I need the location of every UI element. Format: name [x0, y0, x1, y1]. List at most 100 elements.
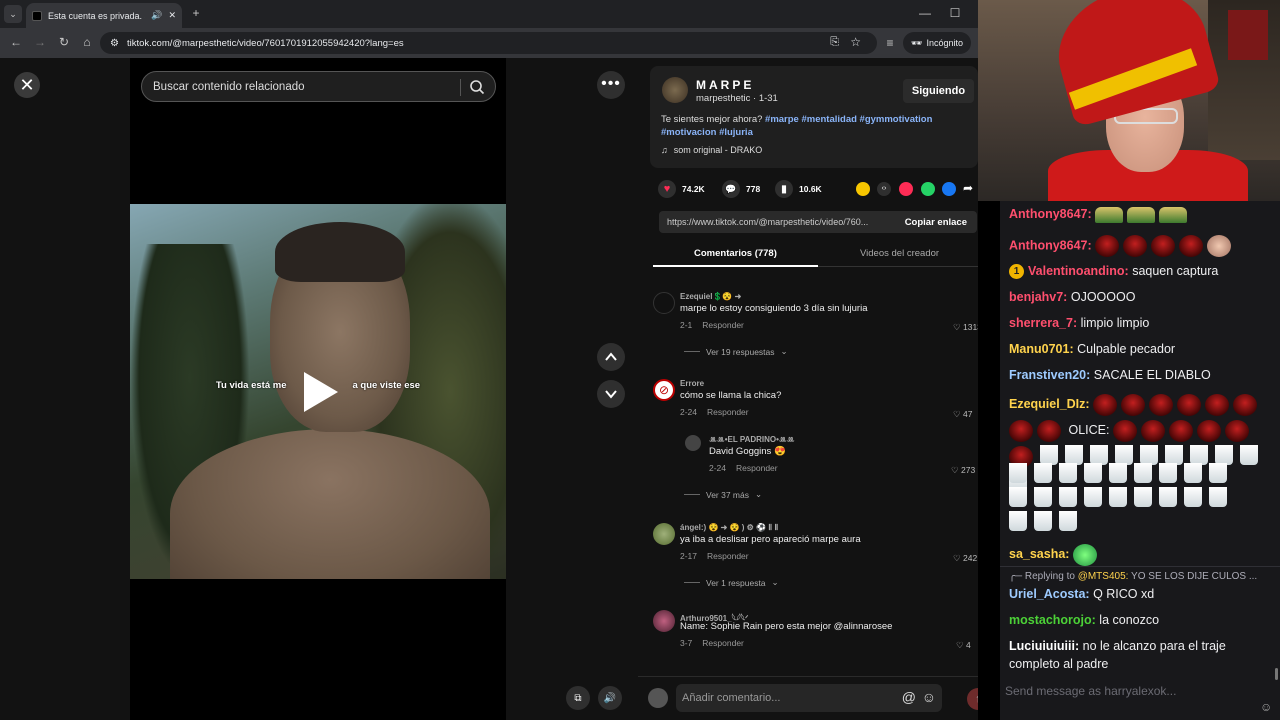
emoji-icon[interactable]: ☺	[1260, 700, 1272, 714]
add-comment-input[interactable]: Añadir comentario... @ ☺	[676, 684, 942, 712]
emote-icon	[1168, 419, 1193, 442]
emote-icon	[1207, 235, 1232, 257]
chat-username[interactable]: Manu0701:	[1009, 342, 1074, 356]
music-link[interactable]: ♫ som original - DRAKO	[661, 145, 762, 155]
reply-button[interactable]: Responder	[736, 463, 778, 473]
chat-username[interactable]: mostachorojo:	[1009, 613, 1096, 627]
search-input[interactable]: Buscar contenido relacionado	[141, 71, 496, 102]
previous-video-button[interactable]	[597, 343, 625, 371]
mention-icon[interactable]: @	[902, 689, 916, 705]
chat-username[interactable]: Anthony8647:	[1009, 207, 1092, 221]
chat-username[interactable]: Anthony8647:	[1009, 238, 1092, 252]
chat-scrollbar[interactable]	[1275, 668, 1278, 680]
search-icon[interactable]	[469, 79, 485, 95]
avatar[interactable]	[662, 77, 688, 103]
avatar[interactable]	[685, 435, 701, 451]
emote-icon	[1095, 206, 1124, 223]
picture-in-picture-button[interactable]: ⧉	[566, 686, 590, 710]
minimize-icon[interactable]: —	[918, 6, 932, 20]
avatar[interactable]	[653, 292, 675, 314]
chat-username[interactable]: sherrera_7:	[1009, 316, 1077, 330]
copy-link-button[interactable]: Copiar enlace	[905, 217, 967, 228]
emoji-icon[interactable]: ☺	[922, 689, 936, 705]
reading-list-icon[interactable]: ≡	[882, 35, 898, 51]
comment-button[interactable]: 💬 778	[722, 180, 760, 198]
tab-search-icon[interactable]: ⌄	[4, 5, 22, 23]
chat-input[interactable]: Send message as harryalexok...	[1000, 684, 1280, 706]
chat-username[interactable]: benjahv7:	[1009, 290, 1067, 304]
chat-username[interactable]: sa_sasha:	[1009, 547, 1069, 561]
chat-message: Manu0701: Culpable pecador	[1009, 340, 1274, 358]
close-button[interactable]: ✕	[14, 72, 40, 98]
avatar[interactable]	[653, 523, 675, 545]
save-button[interactable]: ▮ 10.6K	[775, 180, 822, 198]
emoji-share-icon[interactable]	[856, 182, 870, 196]
tab-creator-videos[interactable]: Videos del creador	[860, 248, 939, 259]
view-replies-button[interactable]: Ver 1 respuesta ⌄	[684, 577, 779, 588]
star-icon[interactable]: ☆	[850, 35, 861, 49]
comment-author[interactable]: Errore	[680, 379, 704, 388]
next-video-button[interactable]	[597, 380, 625, 408]
site-info-icon[interactable]: ⚙	[110, 38, 119, 49]
active-tab-indicator	[653, 265, 818, 267]
view-more-replies-button[interactable]: Ver 37 más ⌄	[684, 489, 762, 500]
new-tab-button[interactable]: +	[188, 5, 204, 21]
reply-button[interactable]: Responder	[707, 551, 749, 561]
comment-author[interactable]: ángel:) 😵 ➜ 😵 ) ⚙ ⚽ Ⅱ Ⅱ	[680, 523, 778, 532]
view-replies-button[interactable]: Ver 19 respuestas ⌄	[684, 346, 788, 357]
comment-author[interactable]: ꔛꔛ•EL PADRINO•ꔛꔛ	[709, 435, 795, 445]
address-bar[interactable]: ⚙ tiktok.com/@marpesthetic/video/7601701…	[100, 32, 877, 54]
reply-user: @MTS405:	[1077, 571, 1129, 582]
forward-icon[interactable]: →	[32, 34, 48, 50]
reply-context[interactable]: ╭─ Replying to @MTS405: YO SE LOS DIJE C…	[1009, 571, 1257, 582]
reply-button[interactable]: Responder	[707, 407, 749, 417]
incognito-indicator[interactable]: 🕶 Incógnito	[903, 32, 971, 54]
search-divider	[460, 79, 461, 96]
author-username[interactable]: MARPE	[696, 78, 754, 92]
copy-link-field[interactable]: https://www.tiktok.com/@marpesthetic/vid…	[659, 211, 977, 233]
cup-emote-icon	[1059, 511, 1077, 531]
chat-username[interactable]: Ezequiel_DIz:	[1009, 397, 1090, 411]
back-icon[interactable]: ←	[8, 34, 24, 50]
embed-icon[interactable]: ‹›	[877, 182, 891, 196]
chat-username[interactable]: Luciuiuiuiii:	[1009, 639, 1079, 653]
hashtags[interactable]: #marpe #mentalidad #gymmotivation	[765, 114, 932, 125]
description-text: Te sientes mejor ahora?	[661, 114, 763, 125]
chat-text: SACALE EL DIABLO	[1093, 368, 1211, 382]
emote-icon	[1072, 543, 1097, 566]
translate-icon[interactable]: ⎘	[830, 36, 839, 49]
like-count: 74.2K	[682, 184, 705, 194]
like-button[interactable]: ♥ 74.2K	[658, 180, 705, 198]
browser-tab[interactable]: Esta cuenta es privada. Sig 🔊 ✕	[26, 3, 182, 28]
facebook-icon[interactable]	[942, 182, 956, 196]
emote-icon	[1095, 235, 1120, 257]
cup-emote-icon	[1209, 463, 1227, 483]
avatar[interactable]	[653, 610, 675, 632]
maximize-icon[interactable]: ☐	[948, 6, 962, 20]
hashtags[interactable]: #motivacion #lujuria	[661, 127, 753, 138]
more-options-button[interactable]: •••	[597, 71, 625, 99]
reload-icon[interactable]: ↻	[56, 34, 72, 50]
whatsapp-icon[interactable]	[921, 182, 935, 196]
reply-button[interactable]: Responder	[702, 320, 744, 330]
comment-meta: 2-1 Responder	[680, 320, 744, 330]
emote-icon	[1224, 419, 1249, 442]
url-text: tiktok.com/@marpesthetic/video/760170191…	[126, 37, 404, 49]
home-icon[interactable]: ⌂	[79, 34, 95, 50]
comment-author[interactable]: Ezequiel💲😵 ➜	[680, 292, 741, 301]
chat-username[interactable]: Uriel_Acosta:	[1009, 587, 1090, 601]
share-arrow-icon[interactable]: ➦	[963, 181, 973, 195]
video-player[interactable]: Tu vida está me a que viste ese	[130, 204, 506, 579]
play-icon[interactable]	[304, 372, 338, 412]
volume-button[interactable]: 🔊	[598, 686, 622, 710]
close-icon[interactable]: ✕	[168, 10, 176, 21]
send-icon[interactable]	[899, 182, 913, 196]
cup-emote-icon	[1009, 487, 1027, 507]
chat-username[interactable]: Valentinoandino:	[1028, 264, 1129, 278]
comment-meta: 3-7 Responder	[680, 638, 744, 648]
follow-button[interactable]: Siguiendo	[903, 79, 974, 103]
chat-username[interactable]: Franstiven20:	[1009, 368, 1090, 382]
avatar[interactable]: ⊘	[653, 379, 675, 401]
reply-button[interactable]: Responder	[702, 638, 744, 648]
tab-comments[interactable]: Comentarios (778)	[694, 248, 777, 259]
